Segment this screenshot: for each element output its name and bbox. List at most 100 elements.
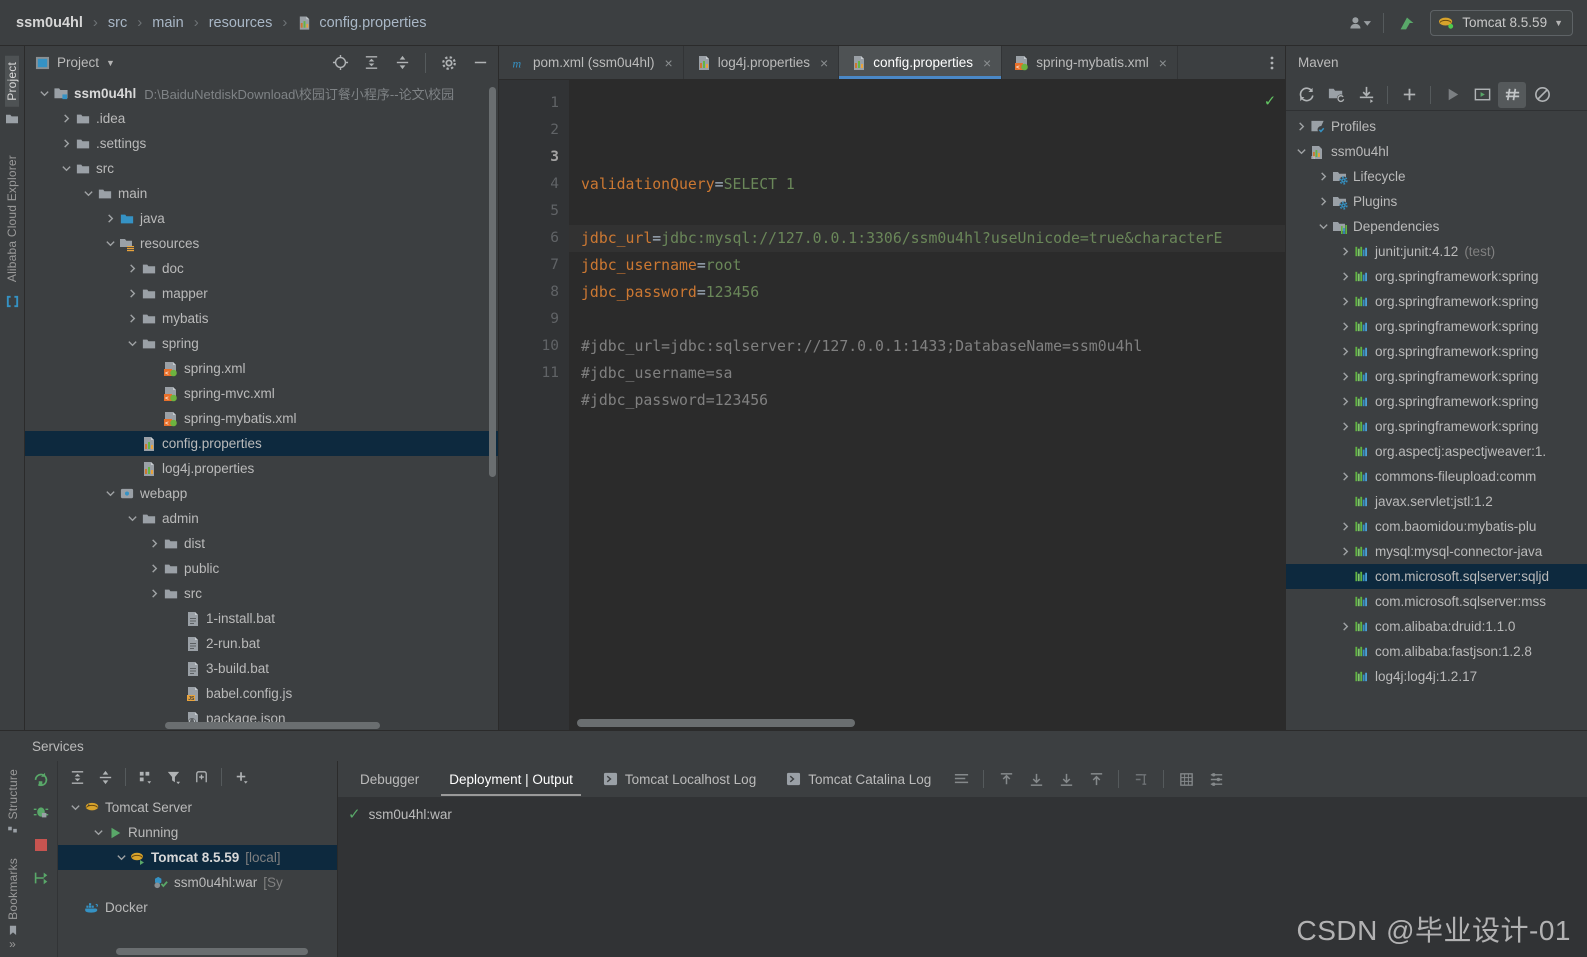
services-tree-row[interactable]: Running: [58, 820, 337, 845]
project-tree-row[interactable]: src: [25, 581, 498, 606]
project-tree-row[interactable]: .settings: [25, 131, 498, 156]
maven-tree-row[interactable]: org.springframework:spring: [1286, 339, 1587, 364]
code-line[interactable]: jdbc_password=123456: [569, 279, 1285, 306]
chevron-right-icon[interactable]: [125, 311, 140, 326]
services-tree[interactable]: Tomcat Server Running Tomcat 8.5.59 [local]…: [58, 793, 337, 957]
rerun-icon[interactable]: [30, 768, 52, 790]
maven-tree-row[interactable]: org.springframework:spring: [1286, 389, 1587, 414]
add-frame-icon[interactable]: [188, 765, 215, 790]
chevron-right-icon[interactable]: [1316, 169, 1331, 184]
add-maven-project-icon[interactable]: [1322, 82, 1350, 108]
close-icon[interactable]: ×: [983, 55, 991, 71]
maven-tree-row[interactable]: Plugins: [1286, 189, 1587, 214]
sidebar-item-alibaba-cloud-explorer[interactable]: Alibaba Cloud Explorer: [5, 149, 19, 288]
maven-tree-row[interactable]: org.aspectj:aspectjweaver:1.: [1286, 439, 1587, 464]
chevron-right-icon[interactable]: [59, 111, 74, 126]
project-tree-row[interactable]: resources: [25, 231, 498, 256]
services-tree-row[interactable]: ssm0u4hl:war [Sy: [58, 870, 337, 895]
skip-tests-icon[interactable]: [1528, 82, 1556, 108]
editor-tab[interactable]: m pom.xml (ssm0u4hl) ×: [499, 46, 684, 79]
project-tree-row[interactable]: doc: [25, 256, 498, 281]
services-tree-row[interactable]: Tomcat 8.5.59 [local]: [58, 845, 337, 870]
project-tree-row[interactable]: 1-install.bat: [25, 606, 498, 631]
scroll-up-icon[interactable]: [992, 766, 1020, 792]
chevron-down-icon[interactable]: [1316, 219, 1331, 234]
debug-icon[interactable]: [30, 801, 52, 823]
chevron-down-icon[interactable]: [91, 825, 106, 840]
chevron-down-icon[interactable]: [125, 336, 140, 351]
sidebar-item-bookmarks[interactable]: Bookmarks: [6, 852, 20, 926]
table-icon[interactable]: [1172, 766, 1200, 792]
maven-tree-row[interactable]: org.springframework:spring: [1286, 314, 1587, 339]
chevron-right-icon[interactable]: [1338, 519, 1353, 534]
settings-lines-icon[interactable]: [1202, 766, 1230, 792]
code-line[interactable]: validationQuery=SELECT 1: [569, 171, 1285, 198]
green-arrow-update-icon[interactable]: [1394, 10, 1420, 36]
maven-tree[interactable]: Profiles m ssm0u4hl Lifecycle Plugins Depende…: [1286, 111, 1587, 730]
project-tree-row[interactable]: 2-run.bat: [25, 631, 498, 656]
chevron-right-icon[interactable]: [103, 211, 118, 226]
chevron-right-icon[interactable]: [1338, 344, 1353, 359]
stop-icon[interactable]: [30, 834, 52, 856]
breadcrumb-item-resources[interactable]: resources: [207, 15, 275, 31]
chevron-right-icon[interactable]: [1338, 294, 1353, 309]
code-line[interactable]: #jdbc_url=jdbc:sqlserver://127.0.0.1:143…: [569, 333, 1285, 360]
chevron-right-icon[interactable]: [1338, 619, 1353, 634]
breadcrumb-item-file[interactable]: config.properties: [295, 15, 428, 31]
editor-tab[interactable]: config.properties ×: [839, 46, 1003, 79]
project-tree-row[interactable]: mybatis: [25, 306, 498, 331]
code-editor[interactable]: 1 2 3 4 5 6 7 8 9 10 11 ✓ validationQuery=SELECT 1…: [499, 80, 1285, 730]
breadcrumb-item-src[interactable]: src: [106, 15, 129, 31]
chevron-down-icon[interactable]: [1294, 144, 1309, 159]
project-tree-row[interactable]: dist: [25, 531, 498, 556]
maven-tree-row[interactable]: com.microsoft.sqlserver:sqljd: [1286, 564, 1587, 589]
project-tree-row[interactable]: src: [25, 156, 498, 181]
code-line[interactable]: jdbc_url=jdbc:mysql://127.0.0.1:3306/ssm…: [569, 225, 1285, 252]
sidebar-item-structure[interactable]: Structure: [6, 763, 20, 826]
filter-icon[interactable]: [160, 765, 187, 790]
project-tree-row[interactable]: java: [25, 206, 498, 231]
code-line[interactable]: [569, 198, 1285, 225]
hide-minus-icon[interactable]: [468, 51, 492, 75]
ok-check-icon[interactable]: ✓: [1265, 88, 1275, 115]
maven-tree-row[interactable]: com.baomidou:mybatis-plu: [1286, 514, 1587, 539]
project-tree-row[interactable]: log4j.properties: [25, 456, 498, 481]
collapse-all-icon[interactable]: [390, 51, 414, 75]
chevron-right-icon[interactable]: [1338, 419, 1353, 434]
breadcrumb-item-project[interactable]: ssm0u4hl: [14, 15, 85, 31]
services-tab[interactable]: Tomcat Localhost Log: [589, 762, 770, 796]
user-account-icon[interactable]: [1347, 10, 1373, 36]
chevron-right-icon[interactable]: [1338, 469, 1353, 484]
project-tree-row[interactable]: spring: [25, 331, 498, 356]
chevron-right-icon[interactable]: [1338, 544, 1353, 559]
vertical-dots-icon[interactable]: [1259, 46, 1285, 79]
chevron-right-icon[interactable]: [147, 536, 162, 551]
maven-tree-row[interactable]: mysql:mysql-connector-java: [1286, 539, 1587, 564]
chevron-right-icon[interactable]: [125, 286, 140, 301]
project-tree-row[interactable]: < spring-mybatis.xml: [25, 406, 498, 431]
scroll-to-end-icon[interactable]: [1052, 766, 1080, 792]
locate-target-icon[interactable]: [328, 51, 352, 75]
chevron-down-icon[interactable]: [103, 236, 118, 251]
chevron-right-icon[interactable]: [1338, 319, 1353, 334]
project-tree-row[interactable]: mapper: [25, 281, 498, 306]
reload-icon[interactable]: [1292, 82, 1320, 108]
code-line[interactable]: [569, 414, 1285, 441]
code-line[interactable]: #jdbc_password=123456: [569, 387, 1285, 414]
chevron-down-icon[interactable]: [103, 486, 118, 501]
project-vertical-scrollbar[interactable]: [489, 87, 496, 477]
chevron-right-icon[interactable]: [125, 261, 140, 276]
scroll-to-top-icon[interactable]: [1082, 766, 1110, 792]
project-tree-row[interactable]: main: [25, 181, 498, 206]
project-tree-row[interactable]: 3-build.bat: [25, 656, 498, 681]
editor-tab[interactable]: log4j.properties ×: [684, 46, 840, 79]
scroll-down-icon[interactable]: [1022, 766, 1050, 792]
maven-tree-row[interactable]: m ssm0u4hl: [1286, 139, 1587, 164]
services-horizontal-scrollbar[interactable]: [116, 948, 308, 955]
settings-gear-icon[interactable]: [437, 51, 461, 75]
run-configuration-selector[interactable]: Tomcat 8.5.59 ▼: [1430, 9, 1573, 36]
maven-tree-row[interactable]: Profiles: [1286, 114, 1587, 139]
project-tree-row[interactable]: webapp: [25, 481, 498, 506]
services-tab[interactable]: Deployment | Output: [435, 762, 587, 796]
maven-tree-row[interactable]: log4j:log4j:1.2.17: [1286, 664, 1587, 689]
